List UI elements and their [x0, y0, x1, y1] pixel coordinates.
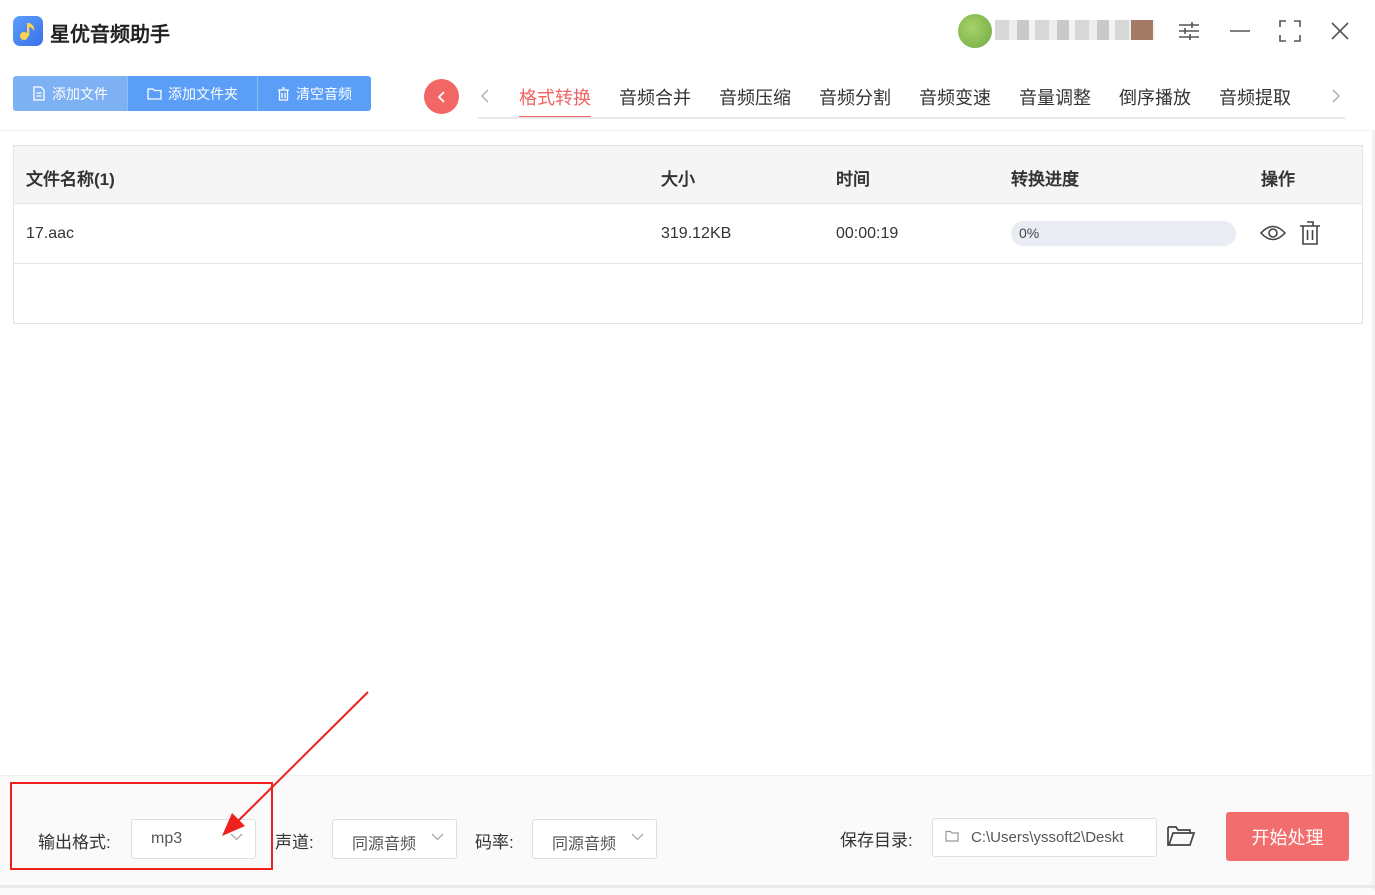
browse-folder-icon[interactable] [1166, 824, 1198, 852]
header-file-name: 文件名称(1) [26, 170, 115, 189]
annotation-arrow [222, 691, 369, 836]
tab-audio-speed[interactable]: 音频变速 [905, 78, 1005, 118]
save-path-input[interactable]: C:\Users\yssoft2\Deskt [932, 818, 1157, 857]
save-path-value: C:\Users\yssoft2\Deskt [971, 829, 1124, 846]
header-time: 时间 [836, 170, 870, 189]
maximize-icon[interactable] [1273, 14, 1307, 48]
app-title: 星优音频助手 [50, 24, 170, 46]
delete-trash-icon[interactable] [1297, 220, 1323, 246]
add-file-button[interactable]: 添加文件 [13, 76, 128, 111]
file-toolbar: 添加文件 添加文件夹 清空音频 [13, 76, 371, 111]
header-size: 大小 [661, 170, 695, 189]
add-folder-label: 添加文件夹 [168, 85, 238, 102]
tab-audio-compress[interactable]: 音频压缩 [705, 78, 805, 118]
clear-audio-button[interactable]: 清空音频 [258, 76, 371, 111]
preview-eye-icon[interactable] [1260, 220, 1286, 246]
tab-audio-split[interactable]: 音频分割 [805, 78, 905, 118]
tab-volume-adjust[interactable]: 音量调整 [1005, 78, 1105, 118]
folder-small-icon [945, 830, 959, 842]
collapse-back-button[interactable] [424, 79, 459, 114]
bitrate-value: 同源音频 [552, 836, 617, 853]
trash-icon [278, 86, 289, 101]
window-bottom-edge [0, 885, 1375, 888]
app-logo-icon [13, 16, 43, 46]
bitrate-select[interactable]: 同源音频 [532, 819, 657, 859]
progress-bar: 0% [1011, 221, 1236, 246]
settings-sliders-icon[interactable] [1172, 14, 1206, 48]
user-avatar[interactable] [958, 14, 992, 48]
folder-icon [147, 88, 162, 100]
chevron-right-icon [1332, 89, 1340, 103]
file-name-cell: 17.aac [26, 225, 75, 242]
save-dir-label: 保存目录: [840, 831, 913, 850]
file-icon [33, 86, 45, 101]
file-table: 文件名称(1) 大小 时间 转换进度 操作 17.aac 319.12KB 00… [13, 145, 1363, 324]
tab-format-convert[interactable]: 格式转换 [505, 78, 605, 118]
tabs-next-arrow[interactable] [1326, 84, 1346, 108]
header-actions: 操作 [1261, 170, 1295, 189]
tab-reverse-play[interactable]: 倒序播放 [1105, 78, 1205, 118]
bitrate-label: 码率: [475, 833, 514, 852]
title-bar: 星优音频助手 [0, 0, 1375, 62]
annotation-highlight-box [10, 782, 273, 870]
add-folder-button[interactable]: 添加文件夹 [128, 76, 258, 111]
channel-value: 同源音频 [352, 836, 417, 853]
close-icon[interactable] [1323, 14, 1357, 48]
minimize-icon[interactable] [1223, 14, 1257, 48]
tab-audio-merge[interactable]: 音频合并 [605, 78, 705, 118]
clear-audio-label: 清空音频 [296, 85, 352, 102]
tabs-divider [478, 117, 1345, 119]
table-header: 文件名称(1) 大小 时间 转换进度 操作 [14, 146, 1362, 204]
header-divider [0, 130, 1375, 131]
chevron-down-icon [431, 833, 444, 841]
header-progress: 转换进度 [1011, 170, 1079, 189]
table-row[interactable]: 17.aac 319.12KB 00:00:19 0% [14, 204, 1362, 264]
channel-label: 声道: [275, 833, 314, 852]
progress-text: 0% [1019, 225, 1040, 241]
file-time-cell: 00:00:19 [836, 225, 899, 242]
chevron-left-icon [481, 89, 489, 103]
feature-tabs: 格式转换 音频合并 音频压缩 音频分割 音频变速 音量调整 倒序播放 音频提取 [505, 78, 1327, 118]
tab-audio-extract[interactable]: 音频提取 [1205, 78, 1305, 118]
chevron-left-icon [437, 90, 445, 103]
tabs-prev-arrow[interactable] [475, 84, 495, 108]
chevron-down-icon [631, 833, 644, 841]
user-name-blurred [995, 20, 1155, 40]
file-size-cell: 319.12KB [661, 225, 732, 242]
add-file-label: 添加文件 [52, 85, 108, 102]
channel-select[interactable]: 同源音频 [332, 819, 457, 859]
start-process-button[interactable]: 开始处理 [1226, 812, 1349, 861]
